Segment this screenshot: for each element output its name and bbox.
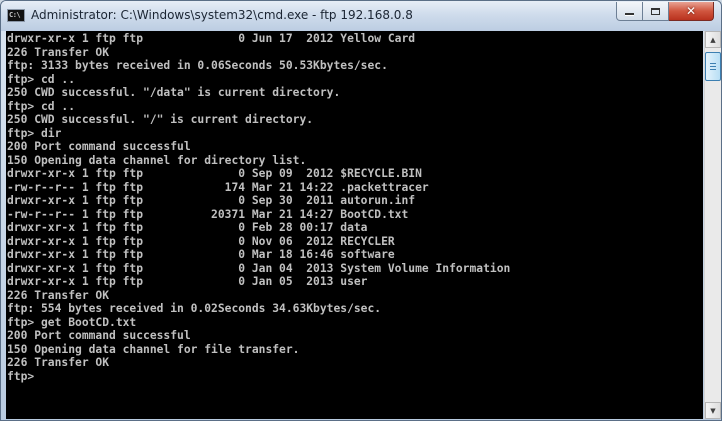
console-line: ftp> cd .. xyxy=(7,72,76,86)
title-bar[interactable]: C:\ Administrator: C:\Windows\system32\c… xyxy=(1,1,721,31)
console-line: ftp> xyxy=(7,369,42,383)
cmd-icon-glyph: C:\ xyxy=(9,11,21,19)
maximize-button[interactable] xyxy=(643,2,669,21)
scroll-thumb[interactable] xyxy=(705,52,721,81)
console-line: ftp> dir xyxy=(7,126,62,140)
chevron-down-icon: ▼ xyxy=(710,406,716,415)
console-line: drwxr-xr-x 1 ftp ftp 0 Sep 09 2012 $RECY… xyxy=(7,167,422,180)
console-line: drwxr-xr-x 1 ftp ftp 0 Jan 04 2013 Syste… xyxy=(7,261,511,275)
close-button[interactable]: ✕ xyxy=(669,2,714,21)
console-line: drwxr-xr-x 1 ftp ftp 0 Nov 06 2012 RECYC… xyxy=(7,234,395,248)
console-line: ftp> cd .. xyxy=(7,99,76,113)
console-output[interactable]: drwxr-xr-x 1 ftp ftp 0 Jun 17 2012 Yello… xyxy=(6,31,703,419)
console-line: 200 Port command successful xyxy=(7,140,191,153)
console-line: 250 CWD successful. "/" is current direc… xyxy=(7,113,314,126)
window-title: Administrator: C:\Windows\system32\cmd.e… xyxy=(31,8,413,22)
cmd-icon[interactable]: C:\ xyxy=(7,9,25,22)
console-line: ftp> get BootCD.txt xyxy=(7,315,137,329)
vertical-scrollbar[interactable]: ▲ ▼ xyxy=(704,31,721,419)
scroll-down-button[interactable]: ▼ xyxy=(705,402,721,419)
console-line: -rw-r--r-- 1 ftp ftp 174 Mar 21 14:22 .p… xyxy=(7,180,429,194)
console-line: drwxr-xr-x 1 ftp ftp 0 Mar 18 16:46 soft… xyxy=(7,248,395,261)
console-line: ftp: 554 bytes received in 0.02Seconds 3… xyxy=(7,302,382,315)
console-line: 226 Transfer OK xyxy=(7,288,110,302)
console-line: 226 Transfer OK xyxy=(7,356,110,369)
console-line: 150 Opening data channel for directory l… xyxy=(7,153,307,167)
window-controls: ✕ xyxy=(616,2,714,22)
grip-icon xyxy=(710,63,716,70)
console-text: drwxr-xr-x 1 ftp ftp 0 Jun 17 2012 Yello… xyxy=(6,31,703,383)
minimize-button[interactable] xyxy=(616,2,643,21)
console-line: 150 Opening data channel for file transf… xyxy=(7,342,300,356)
console-line: drwxr-xr-x 1 ftp ftp 0 Jun 17 2012 Yello… xyxy=(7,32,416,45)
minimize-icon xyxy=(625,12,634,16)
console-line: ftp: 3133 bytes received in 0.06Seconds … xyxy=(7,59,388,72)
console-line: 226 Transfer OK xyxy=(7,45,110,59)
console-line: drwxr-xr-x 1 ftp ftp 0 Sep 30 2011 autor… xyxy=(7,194,416,207)
console-line: 250 CWD successful. "/data" is current d… xyxy=(7,86,341,99)
console-line: drwxr-xr-x 1 ftp ftp 0 Feb 28 00:17 data xyxy=(7,221,368,234)
close-icon: ✕ xyxy=(685,4,697,18)
console-line: -rw-r--r-- 1 ftp ftp 20371 Mar 21 14:27 … xyxy=(7,207,409,221)
maximize-icon xyxy=(651,7,660,15)
chevron-up-icon: ▲ xyxy=(710,35,716,44)
scroll-up-button[interactable]: ▲ xyxy=(705,31,721,48)
console-line: drwxr-xr-x 1 ftp ftp 0 Jan 05 2013 user xyxy=(7,275,368,288)
cmd-window: C:\ Administrator: C:\Windows\system32\c… xyxy=(0,0,722,421)
console-line: 200 Port command successful xyxy=(7,329,191,342)
